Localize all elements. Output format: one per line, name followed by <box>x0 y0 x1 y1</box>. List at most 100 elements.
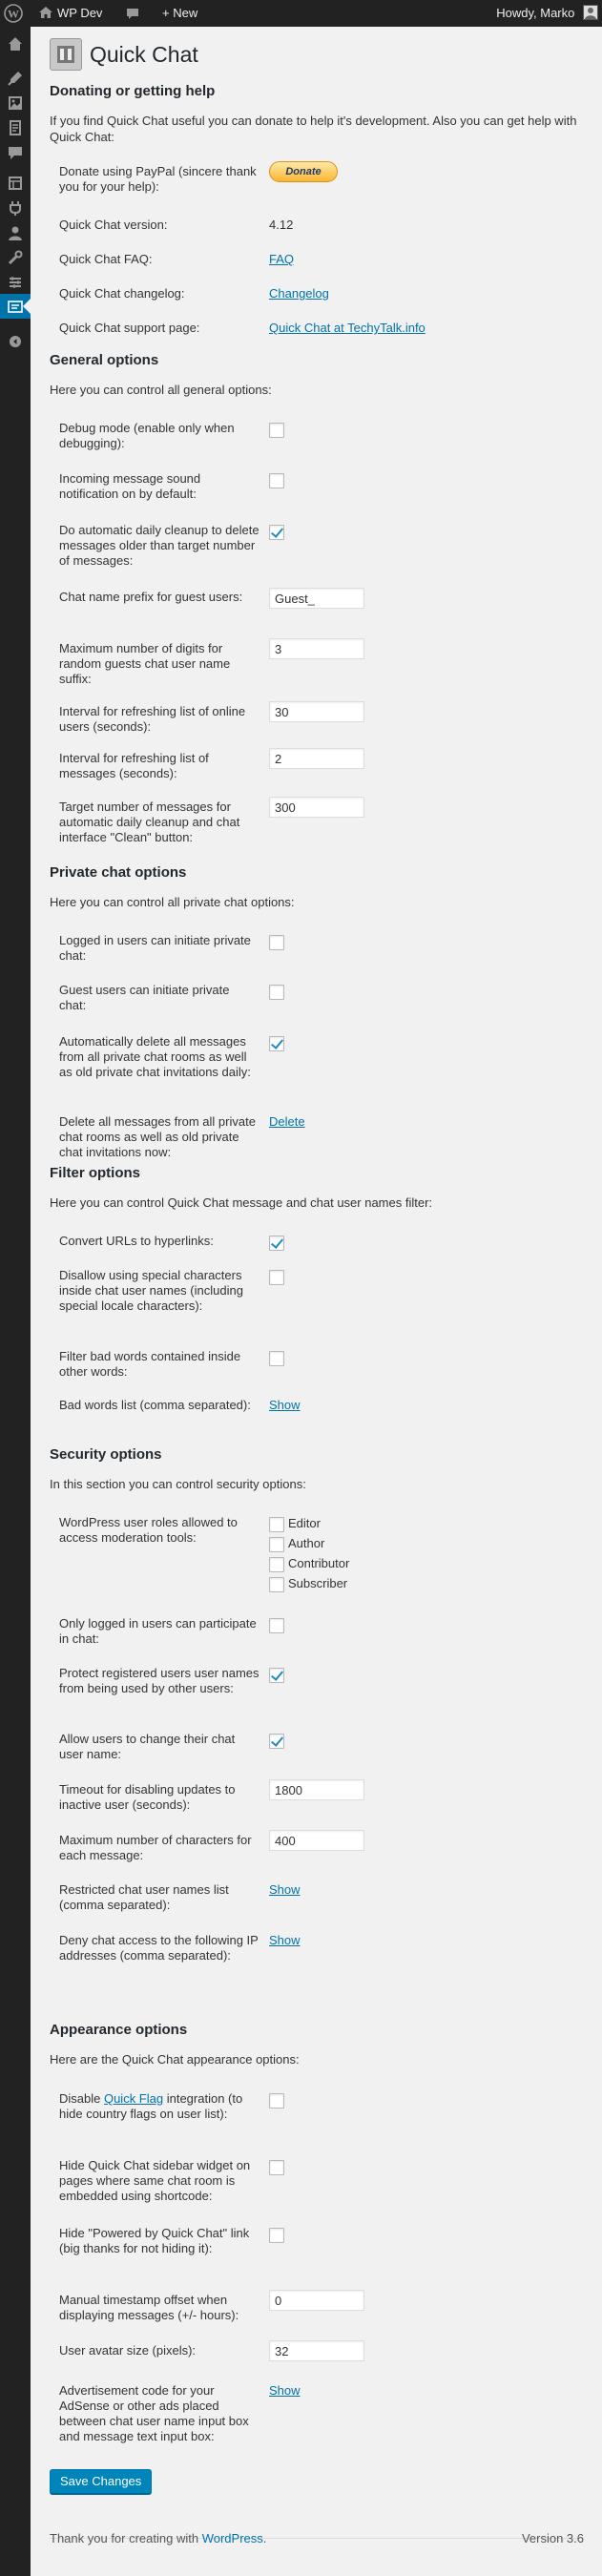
admin-bar: W WP Dev + New Howdy, Marko <box>0 0 602 27</box>
save-changes-button[interactable]: Save Changes <box>50 2469 153 2494</box>
guest-private-checkbox[interactable] <box>269 984 284 1000</box>
auto-delete-private-label: Automatically delete all messages from a… <box>59 1034 251 1079</box>
footer-wordpress-link[interactable]: WordPress <box>202 2531 263 2545</box>
special-characters-checkbox[interactable] <box>269 1269 284 1285</box>
role-subscriber-checkbox[interactable] <box>269 1576 284 1592</box>
menu-comments-icon[interactable] <box>0 139 31 164</box>
sound-notification-checkbox[interactable] <box>269 472 284 488</box>
paypal-donate-button[interactable]: Donate <box>269 161 338 182</box>
menu-media-icon[interactable] <box>0 90 31 114</box>
menu-plugins-icon[interactable] <box>0 195 31 219</box>
private-chat-heading: Private chat options <box>50 864 187 881</box>
debug-mode-checkbox[interactable] <box>269 422 284 438</box>
quick-flag-label-pre: Disable <box>59 2091 104 2106</box>
menu-appearance-icon[interactable] <box>0 170 31 195</box>
changelog-link[interactable]: Changelog <box>269 286 329 301</box>
filter-inside-words-checkbox[interactable] <box>269 1350 284 1366</box>
appearance-options-description: Here are the Quick Chat appearance optio… <box>50 2052 300 2067</box>
moderation-roles-label: WordPress user roles allowed to access m… <box>59 1515 238 1545</box>
menu-users-icon[interactable] <box>0 219 31 244</box>
quick-flag-link[interactable]: Quick Flag <box>104 2091 163 2106</box>
restricted-names-show-link[interactable]: Show <box>269 1882 301 1897</box>
special-characters-label: Disallow using special characters inside… <box>59 1268 243 1313</box>
guest-prefix-input[interactable] <box>269 588 364 609</box>
role-contributor-label: Contributor <box>288 1556 350 1570</box>
bad-words-label: Bad words list (comma separated): <box>59 1398 251 1412</box>
inactive-timeout-label: Timeout for disabling updates to inactiv… <box>59 1782 236 1812</box>
role-editor: Editor <box>269 1516 321 1533</box>
quick-flag-checkbox[interactable] <box>269 2092 284 2109</box>
admin-sidebar-menu <box>0 27 31 2576</box>
bad-words-show-link[interactable]: Show <box>269 1398 301 1412</box>
role-author-checkbox[interactable] <box>269 1536 284 1552</box>
deny-ip-show-link[interactable]: Show <box>269 1933 301 1947</box>
footer-thanks-post: . <box>262 2531 267 2545</box>
avatar-size-input[interactable] <box>269 2340 364 2361</box>
donating-heading: Donating or getting help <box>50 83 216 99</box>
general-options-description: Here you can control all general options… <box>50 383 272 397</box>
faq-link[interactable]: FAQ <box>269 252 294 266</box>
menu-pages-icon[interactable] <box>0 114 31 139</box>
daily-cleanup-label: Do automatic daily cleanup to delete mes… <box>59 523 259 568</box>
version-value: 4.12 <box>269 218 294 232</box>
max-characters-input[interactable] <box>269 1830 364 1851</box>
convert-urls-checkbox[interactable] <box>269 1235 284 1251</box>
comments-icon[interactable] <box>125 0 140 27</box>
general-options-heading: General options <box>50 352 159 368</box>
appearance-options-heading: Appearance options <box>50 2022 188 2038</box>
inactive-timeout-input[interactable] <box>269 1779 364 1800</box>
menu-dashboard-icon[interactable] <box>0 31 31 55</box>
support-field: Quick Chat at TechyTalk.info <box>269 321 426 336</box>
filter-inside-words-label: Filter bad words contained inside other … <box>59 1349 241 1379</box>
debug-mode-label: Debug mode (enable only when debugging): <box>59 421 235 450</box>
role-contributor-checkbox[interactable] <box>269 1556 284 1572</box>
footer-thanks-pre: Thank you for creating with <box>50 2531 202 2545</box>
paypal-label: Donate using PayPal (sincere thank you f… <box>59 164 257 194</box>
menu-tools-icon[interactable] <box>0 244 31 269</box>
version-label: Quick Chat version: <box>59 218 168 232</box>
protect-names-checkbox[interactable] <box>269 1667 284 1683</box>
support-label: Quick Chat support page: <box>59 321 200 335</box>
quick-flag-label: Disable Quick Flag integration (to hide … <box>59 2091 259 2122</box>
wordpress-logo-icon[interactable]: W <box>4 0 27 27</box>
daily-cleanup-checkbox[interactable] <box>269 524 284 540</box>
logged-private-label: Logged in users can initiate private cha… <box>59 933 251 963</box>
new-content-link[interactable]: + New <box>162 0 197 27</box>
target-messages-input[interactable] <box>269 797 364 818</box>
collapse-menu-icon[interactable] <box>0 328 31 353</box>
hide-widget-checkbox[interactable] <box>269 2159 284 2175</box>
sound-notification-label: Incoming message sound notification on b… <box>59 471 201 501</box>
auto-delete-private-checkbox[interactable] <box>269 1035 284 1051</box>
role-contributor: Contributor <box>269 1556 349 1573</box>
logged-private-checkbox[interactable] <box>269 934 284 950</box>
menu-current-arrow <box>23 299 31 314</box>
role-subscriber-label: Subscriber <box>288 1576 348 1590</box>
adsense-label: Advertisement code for your AdSense or o… <box>59 2383 249 2443</box>
site-name: WP Dev <box>57 6 103 20</box>
menu-posts-icon[interactable] <box>0 65 31 90</box>
suffix-digits-input[interactable] <box>269 638 364 659</box>
delete-private-link[interactable]: Delete <box>269 1114 305 1129</box>
messages-refresh-input[interactable] <box>269 748 364 769</box>
site-name-link[interactable]: WP Dev <box>38 0 102 27</box>
hide-widget-label: Hide Quick Chat sidebar widget on pages … <box>59 2158 251 2203</box>
support-link[interactable]: Quick Chat at TechyTalk.info <box>269 321 426 335</box>
hide-powered-label: Hide "Powered by Quick Chat" link (big t… <box>59 2226 250 2255</box>
menu-settings-icon[interactable] <box>0 269 31 294</box>
hide-powered-checkbox[interactable] <box>269 2227 284 2243</box>
timestamp-offset-input[interactable] <box>269 2290 364 2311</box>
adsense-show-link[interactable]: Show <box>269 2383 301 2398</box>
role-author: Author <box>269 1536 324 1553</box>
suffix-digits-label: Maximum number of digits for random gues… <box>59 641 231 686</box>
delete-all-private-label: Delete all messages from all private cha… <box>59 1114 256 1159</box>
role-editor-checkbox[interactable] <box>269 1516 284 1532</box>
filter-options-heading: Filter options <box>50 1165 140 1181</box>
howdy-user-link[interactable]: Howdy, Marko <box>496 0 598 27</box>
howdy-text: Howdy, Marko <box>496 6 575 20</box>
allow-name-change-checkbox[interactable] <box>269 1733 284 1749</box>
max-characters-label: Maximum number of characters for each me… <box>59 1833 252 1862</box>
main-content: Quick Chat Donating or getting help If y… <box>31 27 602 2576</box>
guest-private-label: Guest users can initiate private chat: <box>59 983 230 1012</box>
users-refresh-input[interactable] <box>269 701 364 722</box>
only-logged-checkbox[interactable] <box>269 1617 284 1633</box>
